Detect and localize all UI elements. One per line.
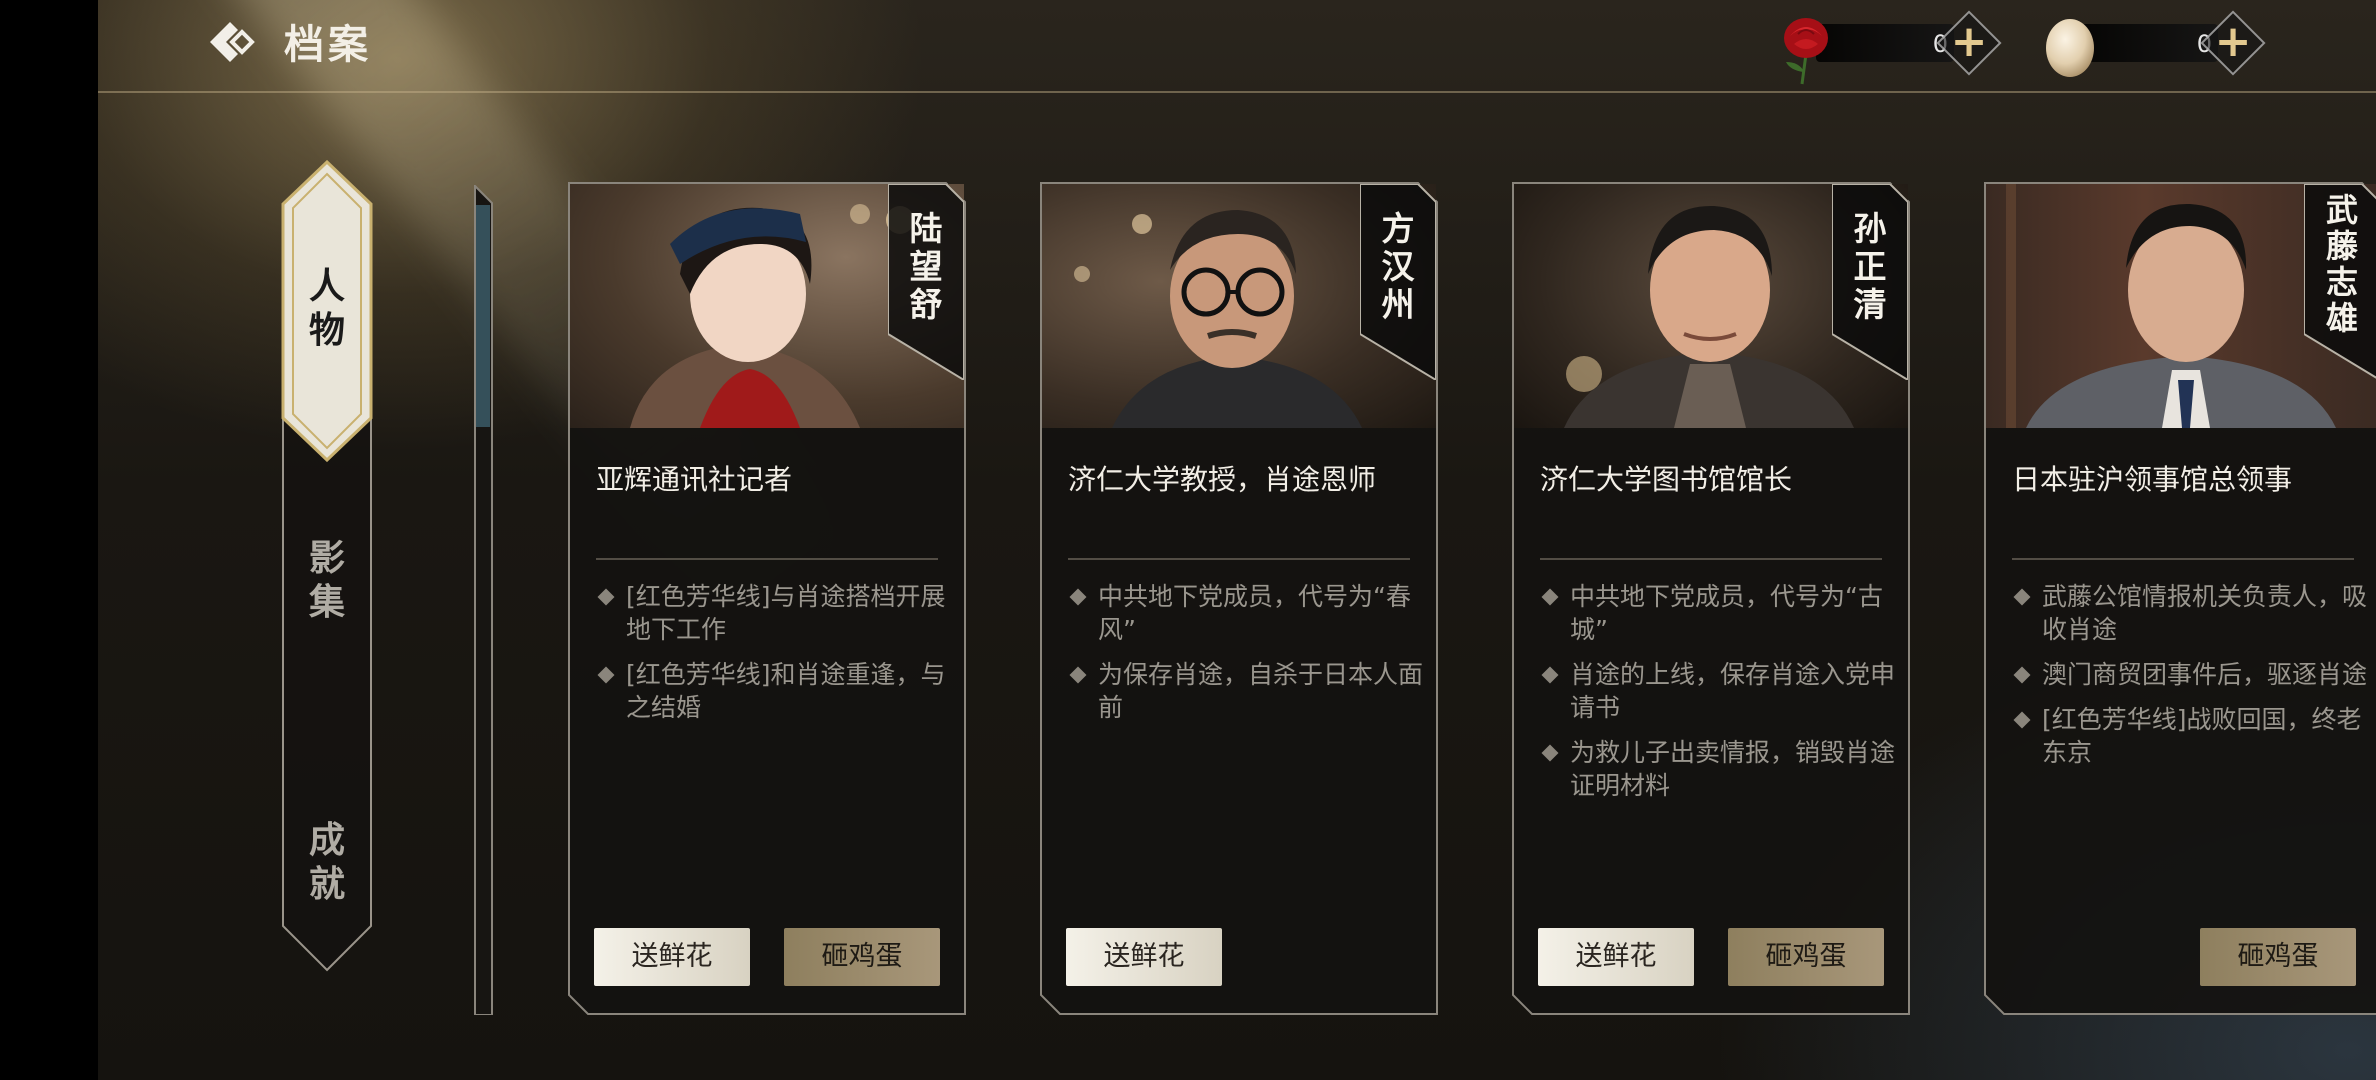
header-divider [98, 91, 2376, 93]
character-notes: [红色芳华线]与肖途搭档开展地下工作 [红色芳华线]和肖途重逢，与之结婚 [596, 580, 956, 736]
rose-icon [1784, 18, 1828, 85]
diamond-bullet-icon [2013, 666, 2031, 684]
character-notes: 中共地下党成员，代号为“春风” 为保存肖途，自杀于日本人面前 [1068, 580, 1428, 736]
note-item: [红色芳华线]和肖途重逢，与之结婚 [596, 658, 956, 724]
character-card[interactable]: 孙正清 济仁大学图书馆馆长 中共地下党成员，代号为“古城” 肖途的上线，保存肖途… [1512, 182, 1910, 1015]
card-divider [2012, 558, 2354, 560]
character-portrait: 孙正清 [1514, 184, 1908, 428]
throw-egg-button[interactable]: 砸鸡蛋 [2200, 928, 2356, 986]
diamond-bullet-icon [1541, 666, 1559, 684]
diamond-bullet-icon [1541, 744, 1559, 762]
page-title: 档案 [284, 21, 372, 68]
egg-icon [2046, 19, 2094, 77]
note-text: 为救儿子出卖情报，销毁肖途证明材料 [1570, 738, 1896, 800]
tab-achievements-label: 成就 [308, 819, 345, 905]
throw-egg-button[interactable]: 砸鸡蛋 [784, 928, 940, 986]
card-divider [1068, 558, 1410, 560]
character-portrait: 武藤志雄 [1986, 184, 2376, 428]
throw-egg-button[interactable]: 砸鸡蛋 [1728, 928, 1884, 986]
card-divider [596, 558, 938, 560]
character-notes: 中共地下党成员，代号为“古城” 肖途的上线，保存肖途入党申请书 为救儿子出卖情报… [1540, 580, 1900, 814]
character-name: 陆望舒 [909, 209, 943, 324]
diamond-bullet-icon [597, 588, 615, 606]
card-divider [1540, 558, 1882, 560]
tab-albums-label: 影集 [308, 537, 345, 623]
send-flower-button[interactable]: 送鲜花 [1066, 928, 1222, 986]
diamond-bullet-icon [1069, 588, 1087, 606]
note-item: [红色芳华线]与肖途搭档开展地下工作 [596, 580, 956, 646]
note-text: 肖途的上线，保存肖途入党申请书 [1570, 660, 1896, 722]
tab-characters-label: 人物 [308, 265, 345, 351]
character-role: 济仁大学图书馆馆长 [1540, 463, 1793, 496]
character-name: 武藤志雄 [2325, 191, 2358, 337]
note-item: 中共地下党成员，代号为“春风” [1068, 580, 1428, 646]
diamond-bullet-icon [597, 666, 615, 684]
note-item: [红色芳华线]战败回国，终老东京 [2012, 703, 2376, 769]
character-role: 日本驻沪领事馆总领事 [2012, 463, 2293, 496]
send-flower-button[interactable]: 送鲜花 [1538, 928, 1694, 986]
note-text: [红色芳华线]和肖途重逢，与之结婚 [626, 660, 946, 722]
back-icon[interactable] [206, 18, 256, 66]
character-role: 济仁大学教授，肖途恩师 [1068, 463, 1377, 496]
note-text: 武藤公馆情报机关负责人，吸收肖途 [2042, 582, 2368, 644]
note-text: 澳门商贸团事件后，驱逐肖途 [2042, 660, 2368, 689]
character-card[interactable]: 方汉州 济仁大学教授，肖途恩师 中共地下党成员，代号为“春风” 为保存肖途，自杀… [1040, 182, 1438, 1015]
character-notes: 武藤公馆情报机关负责人，吸收肖途 澳门商贸团事件后，驱逐肖途 [红色芳华线]战败… [2012, 580, 2376, 781]
character-name: 孙正清 [1853, 209, 1887, 324]
character-portrait: 方汉州 [1042, 184, 1436, 428]
note-text: 为保存肖途，自杀于日本人面前 [1098, 660, 1424, 722]
diamond-bullet-icon [2013, 711, 2031, 729]
diamond-bullet-icon [1541, 588, 1559, 606]
note-text: 中共地下党成员，代号为“古城” [1570, 582, 1883, 644]
note-item: 为保存肖途，自杀于日本人面前 [1068, 658, 1428, 724]
character-card[interactable]: 陆望舒 亚辉通讯社记者 [红色芳华线]与肖途搭档开展地下工作 [红色芳华线]和肖… [568, 182, 966, 1015]
note-item: 武藤公馆情报机关负责人，吸收肖途 [2012, 580, 2376, 646]
tab-achievements[interactable]: 成就 [281, 818, 373, 906]
note-text: [红色芳华线]战败回国，终老东京 [2042, 705, 2362, 767]
character-name: 方汉州 [1381, 209, 1415, 324]
character-card[interactable]: 武藤志雄 日本驻沪领事馆总领事 武藤公馆情报机关负责人，吸收肖途 澳门商贸团事件… [1984, 182, 2376, 1015]
character-role: 亚辉通讯社记者 [596, 463, 793, 496]
tab-albums[interactable]: 影集 [281, 536, 373, 624]
character-portrait: 陆望舒 [570, 184, 964, 428]
diamond-bullet-icon [1069, 666, 1087, 684]
plus-icon: + [2214, 16, 2252, 67]
note-item: 为救儿子出卖情报，销毁肖途证明材料 [1540, 736, 1900, 802]
category-tab-column: 人物 影集 成就 [281, 160, 373, 1016]
archive-screen: 档案 0 + 0 + [98, 0, 2376, 1080]
note-item: 肖途的上线，保存肖途入党申请书 [1540, 658, 1900, 724]
note-text: [红色芳华线]与肖途搭档开展地下工作 [626, 582, 946, 644]
egg-currency: 0 + [2040, 10, 2270, 77]
note-text: 中共地下党成员，代号为“春风” [1098, 582, 1411, 644]
note-item: 澳门商贸团事件后，驱逐肖途 [2012, 658, 2376, 691]
send-flower-button[interactable]: 送鲜花 [594, 928, 750, 986]
rose-currency: 0 + [1776, 10, 2006, 85]
tab-characters[interactable]: 人物 [281, 264, 373, 352]
previous-card-peek [474, 183, 494, 1016]
note-item: 中共地下党成员，代号为“古城” [1540, 580, 1900, 646]
diamond-bullet-icon [2013, 588, 2031, 606]
plus-icon: + [1950, 16, 1988, 67]
